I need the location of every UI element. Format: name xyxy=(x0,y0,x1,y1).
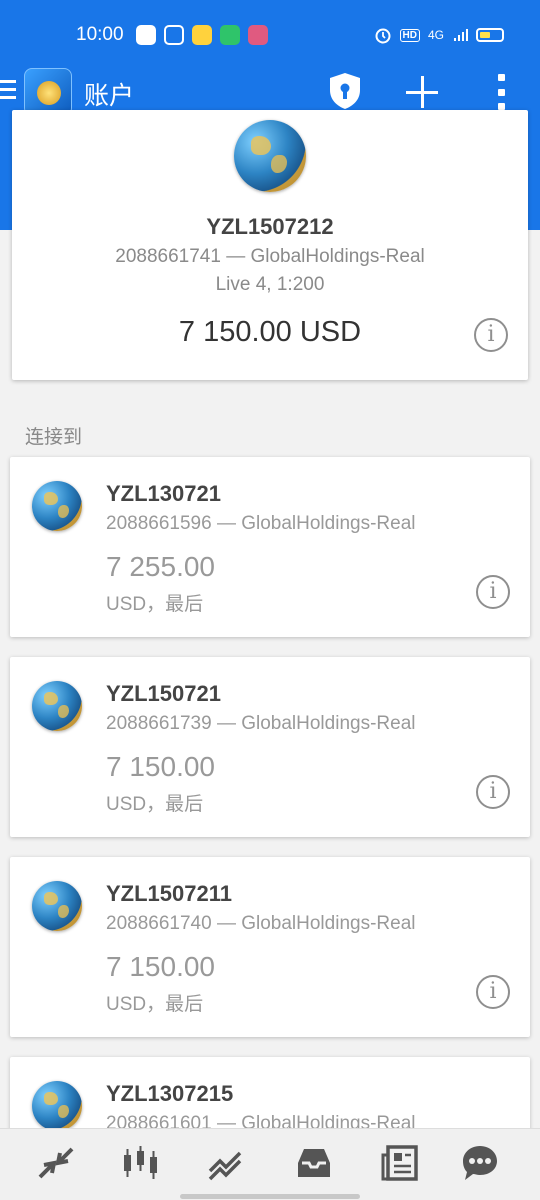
home-indicator[interactable] xyxy=(180,1194,360,1199)
chat-icon[interactable] xyxy=(460,1143,500,1183)
account-name: YZL1307215 xyxy=(106,1081,234,1106)
account-name: YZL130721 xyxy=(106,481,221,506)
more-options-icon[interactable] xyxy=(496,74,506,110)
globe-icon xyxy=(32,481,82,531)
account-balance: 7 150.00 xyxy=(106,751,215,782)
network-label: 4G xyxy=(427,28,444,42)
news-icon[interactable] xyxy=(380,1143,420,1183)
account-balance: 7 150.00 USD xyxy=(178,316,362,348)
account-server: 2088661740 — GlobalHoldings-Real xyxy=(106,913,416,934)
account-balance: 7 255.00 xyxy=(106,551,215,582)
info-icon[interactable]: i xyxy=(476,575,510,609)
trade-icon[interactable] xyxy=(206,1143,246,1183)
app-logo xyxy=(24,68,72,116)
info-icon[interactable]: i xyxy=(476,775,510,809)
status-time: 10:00 xyxy=(76,24,124,45)
globe-icon xyxy=(234,120,306,192)
add-account-icon[interactable] xyxy=(404,74,440,110)
home-app-icon xyxy=(220,25,240,45)
globe-icon xyxy=(32,881,82,931)
list-item[interactable]: YZL150721 2088661739 — GlobalHoldings-Re… xyxy=(10,657,530,837)
info-icon[interactable]: i xyxy=(474,318,508,352)
info-icon[interactable]: i xyxy=(476,975,510,1009)
account-server: 2088661741 — GlobalHoldings-Real xyxy=(115,246,425,267)
list-item[interactable]: YZL130721 2088661596 — GlobalHoldings-Re… xyxy=(10,457,530,637)
globe-icon xyxy=(32,681,82,731)
account-balance: 7 150.00 xyxy=(106,951,215,982)
quotes-icon[interactable] xyxy=(36,1143,76,1183)
hd-badge: HD xyxy=(399,28,420,42)
page-title: 账户 xyxy=(84,82,135,110)
account-status: USD，最后 xyxy=(106,994,204,1015)
account-status: USD，最后 xyxy=(106,594,204,615)
account-name: YZL1507212 xyxy=(206,214,334,239)
current-account-card[interactable]: YZL1507212 2088661741 — GlobalHoldings-R… xyxy=(12,110,528,380)
chart-icon[interactable] xyxy=(120,1143,160,1183)
account-name: YZL1507211 xyxy=(106,881,232,906)
app-icon xyxy=(248,25,268,45)
menu-icon[interactable] xyxy=(0,80,16,102)
translate-icon xyxy=(164,25,184,45)
section-label: 连接到 xyxy=(25,427,83,448)
history-icon[interactable] xyxy=(294,1143,334,1183)
system-status: HD 4G xyxy=(374,26,504,44)
globe-icon xyxy=(32,1081,82,1131)
alarm-icon xyxy=(375,28,391,44)
notes-icon xyxy=(192,25,212,45)
notification-icons xyxy=(136,25,268,45)
list-item[interactable]: YZL1507211 2088661740 — GlobalHoldings-R… xyxy=(10,857,530,1037)
account-type: Live 4, 1:200 xyxy=(215,274,325,295)
status-bar: 10:00 HD 4G xyxy=(0,0,540,70)
account-server: 2088661739 — GlobalHoldings-Real xyxy=(106,713,416,734)
app-58-icon xyxy=(136,25,156,45)
battery-icon xyxy=(476,28,504,42)
signal-icon xyxy=(454,29,468,41)
account-status: USD，最后 xyxy=(106,794,204,815)
account-name: YZL150721 xyxy=(106,681,221,706)
shield-icon[interactable] xyxy=(328,72,362,110)
account-server: 2088661596 — GlobalHoldings-Real xyxy=(106,513,416,534)
bottom-navigation xyxy=(0,1128,540,1200)
